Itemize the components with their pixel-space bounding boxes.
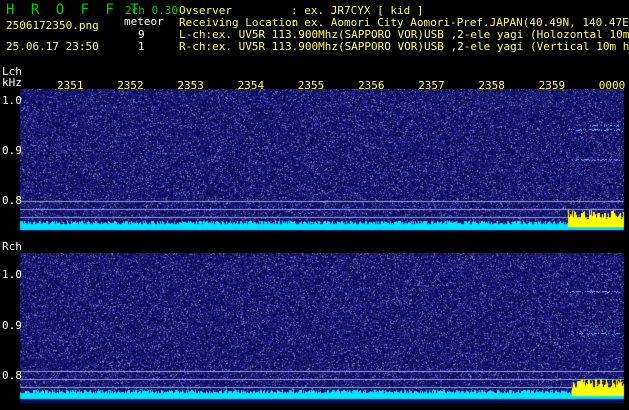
time-tick: 2354 bbox=[237, 79, 265, 92]
rch-ytick-0-8: 0.8 bbox=[2, 369, 22, 382]
time-tick: 2357 bbox=[418, 79, 445, 92]
rch-receiver-info: R-ch:ex. UV5R 113.900Mhz(SAPPORO VOR)USB… bbox=[179, 40, 629, 53]
rch-ytick-1-0: 1.0 bbox=[2, 268, 22, 281]
time-tick: 2352 bbox=[117, 79, 144, 92]
lch-ytick-1-0: 1.0 bbox=[2, 94, 22, 107]
datetime: 25.06.17 23:50 bbox=[6, 40, 99, 53]
time-tick: 2351 bbox=[57, 79, 84, 92]
time-tick: 0000 bbox=[598, 79, 626, 92]
meteor-counter-label: meteor bbox=[124, 15, 164, 28]
rch-meteor-count: 1 bbox=[138, 40, 145, 53]
lch-unit-label: kHz bbox=[2, 76, 22, 89]
time-tick: 2358 bbox=[478, 79, 505, 92]
rch-ytick-0-9: 0.9 bbox=[2, 319, 22, 332]
rch-waterfall bbox=[0, 253, 629, 403]
lch-ytick-0-8: 0.8 bbox=[2, 194, 22, 207]
time-tick: 2355 bbox=[297, 79, 325, 92]
rch-channel-label: Rch bbox=[2, 240, 22, 253]
file-name: 2506172350.png bbox=[6, 19, 99, 32]
time-tick: 2356 bbox=[358, 79, 385, 92]
time-tick: 2353 bbox=[177, 79, 204, 92]
time-tick: 2359 bbox=[538, 79, 566, 92]
lch-ytick-0-9: 0.9 bbox=[2, 144, 22, 157]
app-name: H R O F F T bbox=[6, 2, 143, 18]
lch-waterfall bbox=[0, 89, 629, 231]
hrofft-window: H R O F F T 2ch 0.30 2506172350.png mete… bbox=[0, 0, 629, 410]
